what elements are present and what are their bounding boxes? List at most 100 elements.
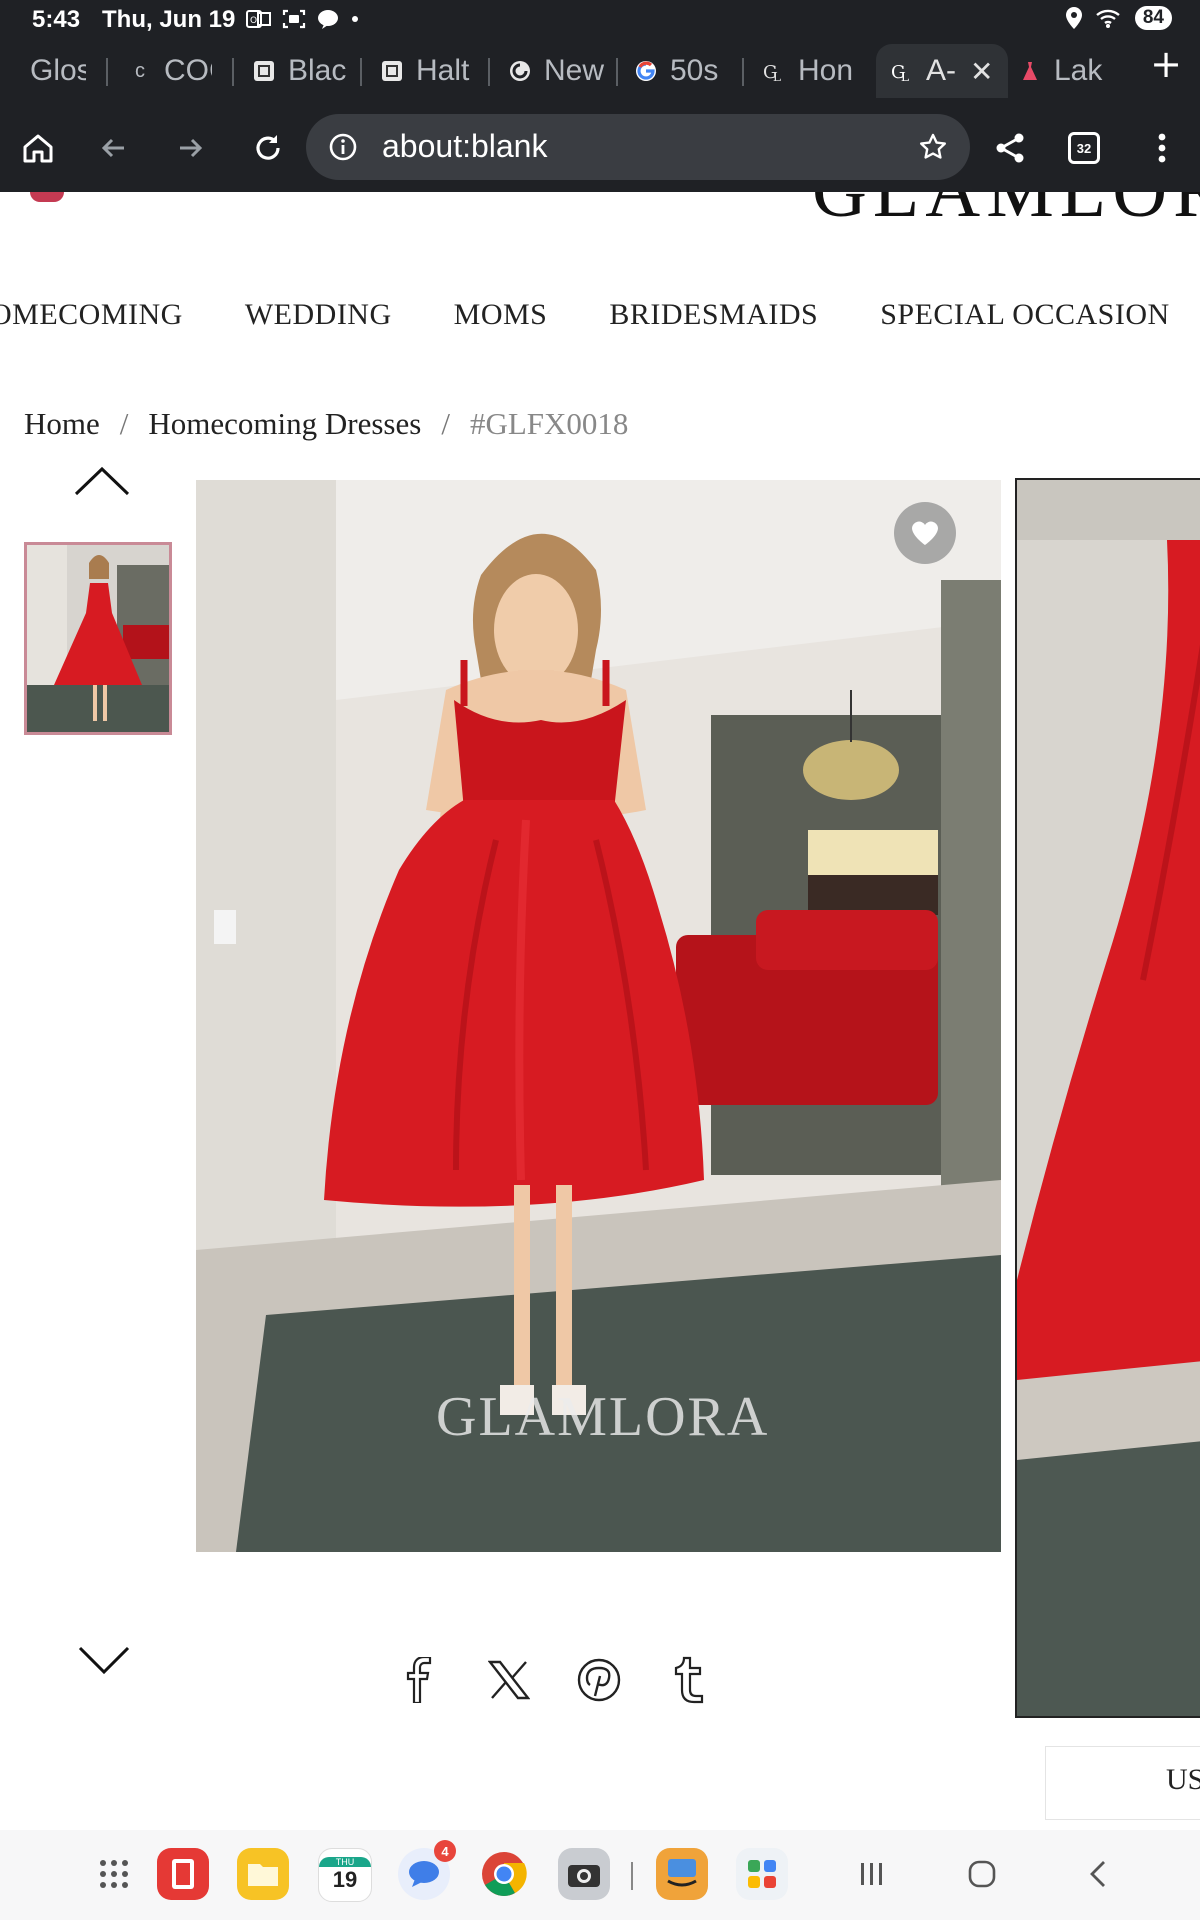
- x-icon: [488, 1660, 530, 1700]
- address-bar[interactable]: about:blank: [306, 114, 970, 180]
- app-drawer-button[interactable]: [88, 1848, 140, 1900]
- facebook-share-icon[interactable]: [394, 1655, 444, 1705]
- tab-active-a[interactable]: GL A- ✕: [876, 44, 1008, 98]
- nav-wedding[interactable]: WEDDING: [245, 298, 392, 332]
- share-button[interactable]: [988, 126, 1032, 170]
- reload-icon: [256, 135, 280, 160]
- tiles-app-icon[interactable]: [736, 1848, 788, 1900]
- red-dress-photo-partial: [1017, 480, 1200, 1716]
- status-bar: 5:43 Thu, Jun 19 O 84: [0, 0, 1200, 38]
- tab-label: A-: [926, 54, 956, 87]
- outlook-icon: O: [246, 10, 271, 28]
- tab-label: 50s: [670, 54, 719, 87]
- chevron-down-icon[interactable]: [76, 1644, 132, 1678]
- recents-button[interactable]: [846, 1848, 898, 1900]
- svg-text:L: L: [901, 70, 909, 83]
- tab-count: 32: [1076, 140, 1092, 156]
- home-icon: [23, 134, 53, 163]
- message-bubble-icon: [409, 1861, 439, 1887]
- product-thumbnail[interactable]: [24, 542, 172, 735]
- tab-coc[interactable]: c COC: [128, 44, 212, 98]
- breadcrumb-category[interactable]: Homecoming Dresses: [148, 406, 421, 441]
- home-button[interactable]: [16, 126, 60, 170]
- tab-count-icon: 32: [1068, 132, 1100, 164]
- main-nav: OMECOMING WEDDING MOMS BRIDESMAIDS SPECI…: [0, 298, 1200, 332]
- tab-label: Blac: [288, 54, 347, 87]
- messages-app-icon[interactable]: 4: [398, 1840, 456, 1900]
- back-nav-button[interactable]: [1072, 1848, 1124, 1900]
- screenshot-icon: [282, 9, 306, 29]
- glamlora-gl-icon: GL: [891, 62, 909, 83]
- chrome-app-icon[interactable]: [478, 1848, 530, 1900]
- tab-label: Glos: [30, 54, 86, 87]
- next-product-image[interactable]: [1015, 478, 1200, 1718]
- nav-homecoming[interactable]: OMECOMING: [0, 298, 183, 332]
- home-circle-icon: [968, 1860, 996, 1888]
- nav-bridesmaids[interactable]: BRIDESMAIDS: [609, 298, 818, 332]
- calendar-app-icon[interactable]: THU 19: [318, 1848, 372, 1902]
- files-app-icon[interactable]: [237, 1848, 289, 1900]
- breadcrumb-home[interactable]: Home: [24, 406, 100, 441]
- tab-halt[interactable]: Halt: [380, 44, 472, 98]
- amazon-app-icon[interactable]: [656, 1848, 708, 1900]
- bookmark-star-icon[interactable]: [918, 132, 948, 162]
- tab-divider: [360, 58, 362, 86]
- tab-new[interactable]: New: [508, 44, 610, 98]
- product-main-image[interactable]: GLAMLORA: [196, 480, 1001, 1552]
- facebook-icon: [406, 1657, 432, 1703]
- share-icon: [996, 133, 1024, 163]
- tab-blac[interactable]: Blac: [252, 44, 348, 98]
- tab-label: COC: [164, 54, 212, 87]
- arrow-right-icon: [180, 138, 203, 158]
- breadcrumb-separator: /: [119, 406, 129, 441]
- tab-divider: [488, 58, 490, 86]
- tab-glos[interactable]: Glos: [30, 44, 86, 98]
- back-button[interactable]: [92, 126, 136, 170]
- close-tab-icon[interactable]: ✕: [970, 55, 993, 88]
- browser-toolbar: about:blank 32: [0, 104, 1200, 192]
- tab-divider: [232, 58, 234, 86]
- heart-icon: [912, 521, 938, 545]
- url-text[interactable]: about:blank: [382, 128, 547, 165]
- tumblr-share-icon[interactable]: [664, 1655, 714, 1705]
- web-page: GLAMLORA OMECOMING WEDDING MOMS BRIDESMA…: [0, 192, 1200, 1830]
- reload-button[interactable]: [246, 126, 290, 170]
- currency-label: US: [1166, 1763, 1200, 1796]
- info-icon[interactable]: [328, 132, 358, 162]
- tab-50s[interactable]: 50s: [634, 44, 734, 98]
- home-nav-button[interactable]: [956, 1848, 1008, 1900]
- calendar-day-label: THU: [319, 1857, 371, 1867]
- tab-hon[interactable]: GL Hon: [762, 44, 870, 98]
- recents-icon: [861, 1863, 882, 1885]
- more-menu-button[interactable]: [1140, 126, 1184, 170]
- dress-icon: [1023, 62, 1037, 80]
- image-watermark: GLAMLORA: [436, 1386, 770, 1448]
- x-share-icon[interactable]: [484, 1655, 534, 1705]
- tab-divider: [106, 58, 108, 86]
- messages-badge: 4: [434, 1840, 456, 1862]
- favorite-button[interactable]: [894, 502, 956, 564]
- document-icon: [254, 61, 274, 81]
- chevron-up-icon[interactable]: [72, 464, 132, 498]
- nav-moms[interactable]: MOMS: [454, 298, 548, 332]
- notification-icons: O: [246, 8, 360, 30]
- svg-text:O: O: [250, 16, 257, 26]
- taskbar: THU 19 4: [0, 1830, 1200, 1920]
- camera-app-icon[interactable]: [558, 1848, 610, 1900]
- tab-label: Lak: [1054, 54, 1103, 87]
- forward-button[interactable]: [168, 126, 212, 170]
- wifi-icon: [1096, 9, 1120, 28]
- tab-divider: [616, 58, 618, 86]
- new-tab-button[interactable]: +: [1150, 42, 1182, 86]
- nav-special-occasion[interactable]: SPECIAL OCCASION: [880, 298, 1169, 332]
- tab-lak[interactable]: Lak: [1018, 44, 1108, 98]
- pinterest-share-icon[interactable]: [574, 1655, 624, 1705]
- site-logo[interactable]: GLAMLORA: [812, 192, 1200, 235]
- currency-selector[interactable]: US: [1045, 1746, 1200, 1820]
- calendar-day-number: 19: [332, 1867, 358, 1892]
- breadcrumb: Home / Homecoming Dresses / #GLFX0018: [24, 406, 628, 442]
- tab-switcher-button[interactable]: 32: [1062, 126, 1106, 170]
- pinterest-icon: [577, 1658, 621, 1702]
- tab-label: New: [544, 54, 605, 87]
- notes-app-icon[interactable]: [157, 1848, 209, 1900]
